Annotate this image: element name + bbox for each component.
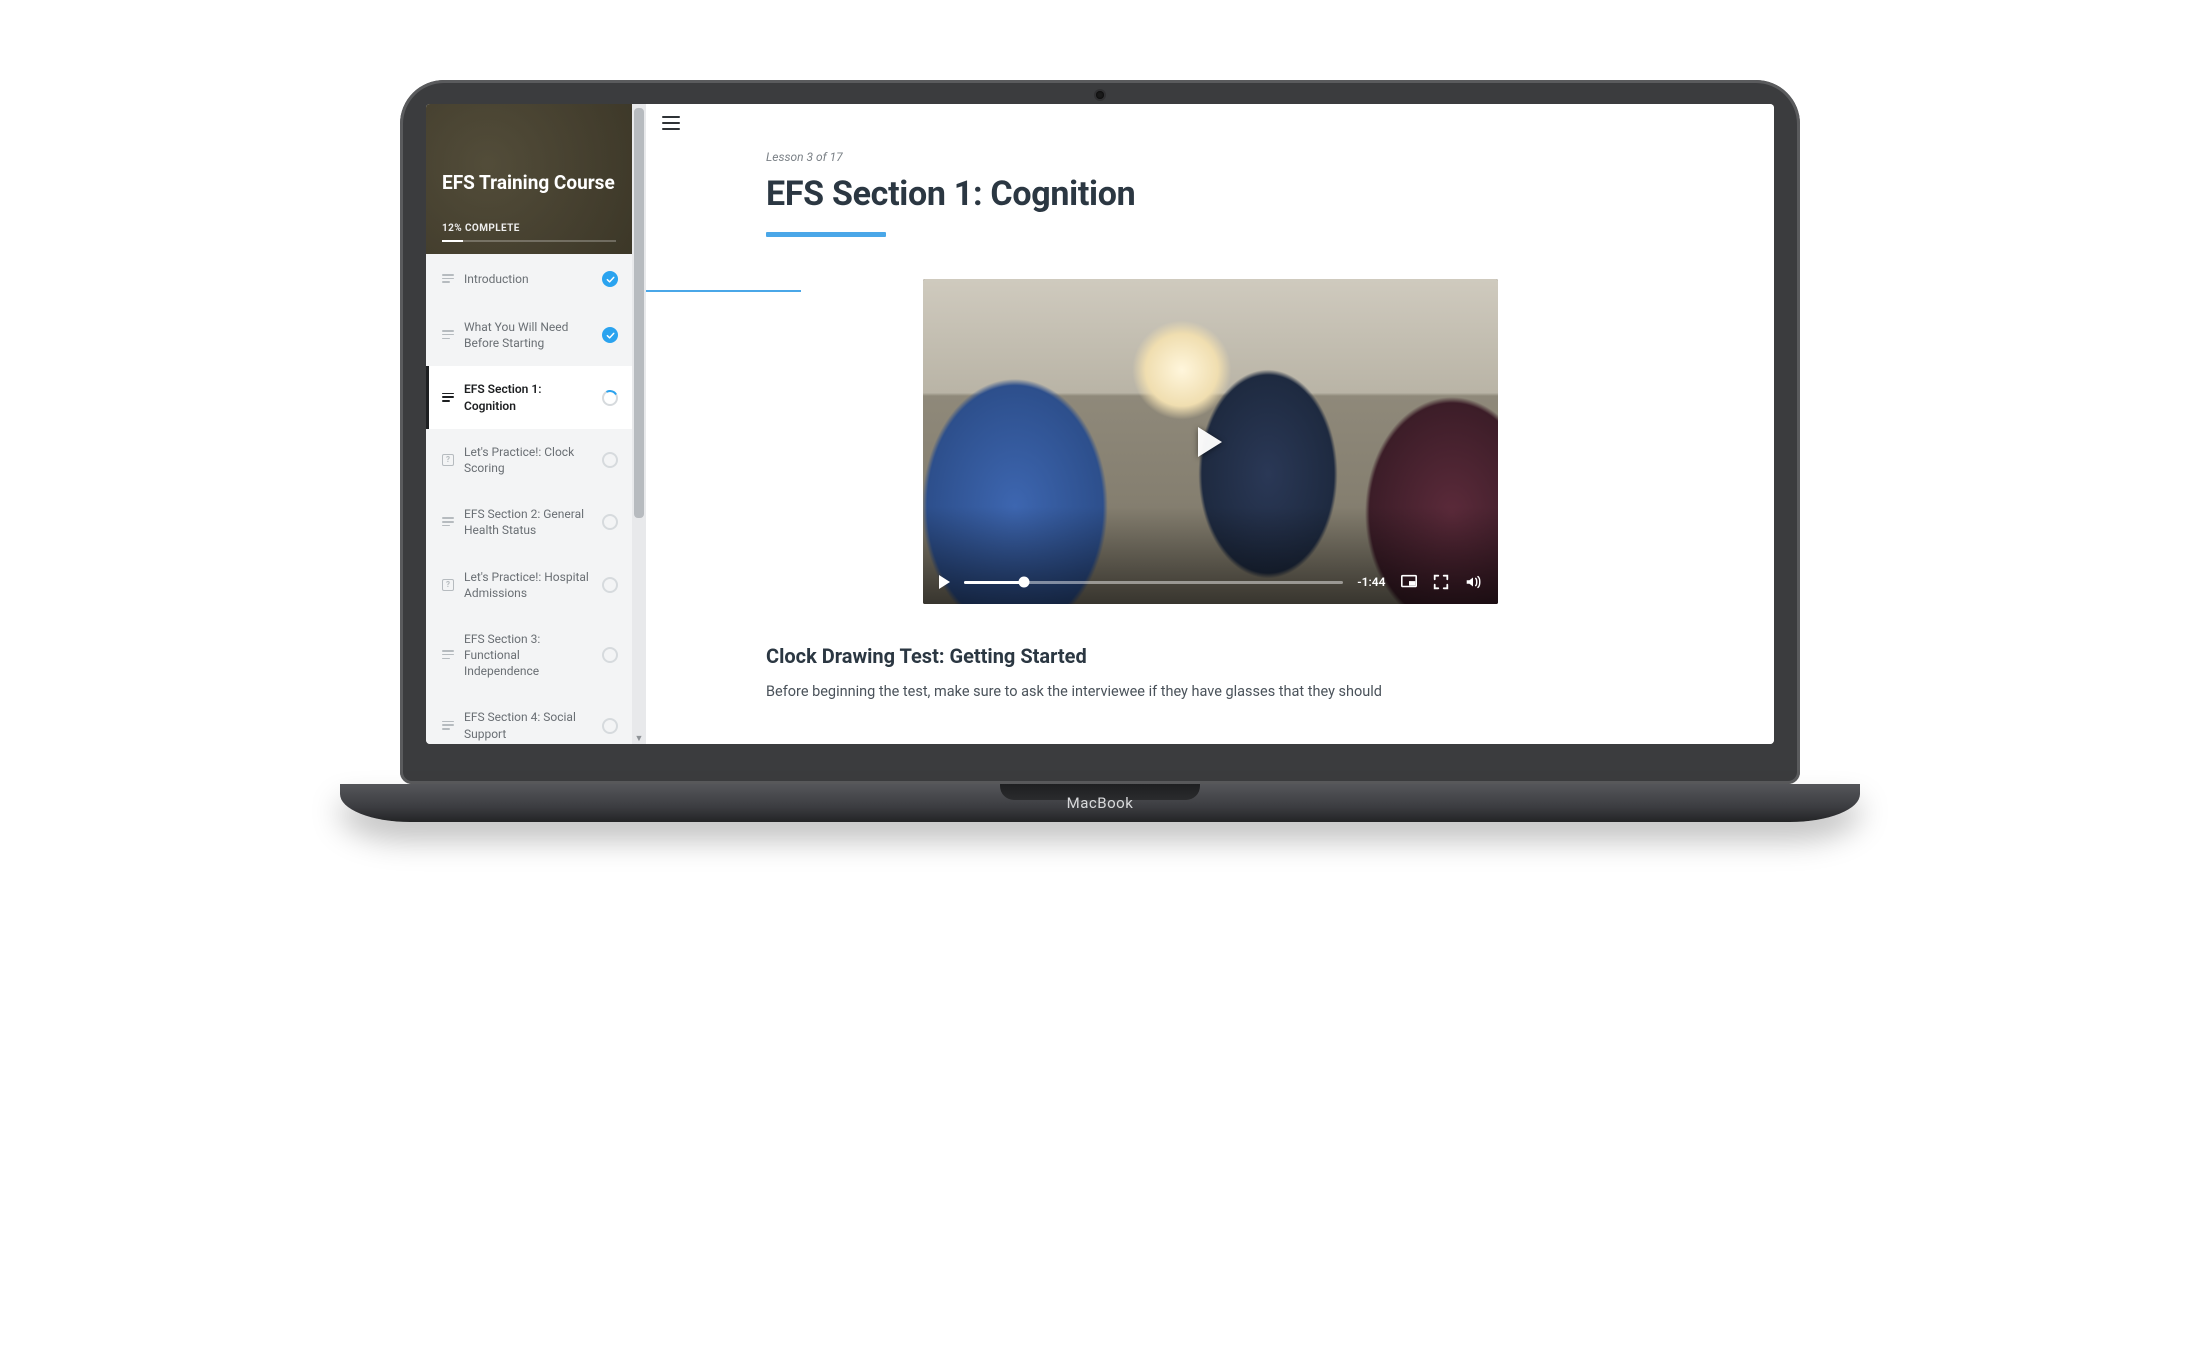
sidebar-item-label: What You Will Need Before Starting bbox=[464, 319, 592, 351]
quiz-icon: ? bbox=[442, 454, 454, 466]
time-remaining: -1:44 bbox=[1357, 575, 1385, 589]
screen: EFS Training Course 12% COMPLETE Introdu… bbox=[426, 104, 1774, 744]
progress-label: 12% COMPLETE bbox=[442, 223, 616, 234]
seek-knob[interactable] bbox=[1019, 577, 1030, 588]
lines-icon bbox=[442, 517, 454, 527]
empty-status-icon bbox=[602, 718, 618, 734]
empty-status-icon bbox=[602, 452, 618, 468]
lines-icon bbox=[442, 393, 454, 403]
sidebar-item-label: Let's Practice!: Clock Scoring bbox=[464, 444, 592, 476]
lines-icon bbox=[442, 650, 454, 660]
laptop-lid: EFS Training Course 12% COMPLETE Introdu… bbox=[400, 80, 1800, 784]
play-button[interactable] bbox=[939, 575, 950, 589]
laptop-frame: EFS Training Course 12% COMPLETE Introdu… bbox=[400, 80, 1800, 822]
camera-icon bbox=[1096, 91, 1104, 99]
fullscreen-icon[interactable] bbox=[1432, 573, 1450, 591]
empty-status-icon bbox=[602, 514, 618, 530]
sidebar-item-label: Let's Practice!: Hospital Admissions bbox=[464, 569, 592, 601]
device-brand: MacBook bbox=[1067, 794, 1134, 812]
sidebar-item-section3-functional[interactable]: EFS Section 3: Functional Independence bbox=[426, 616, 632, 695]
quiz-icon: ? bbox=[442, 579, 454, 591]
seek-fill bbox=[964, 581, 1025, 584]
course-progress: 12% COMPLETE bbox=[442, 223, 616, 242]
hamburger-icon[interactable] bbox=[662, 116, 680, 130]
pip-icon[interactable] bbox=[1400, 573, 1418, 591]
course-title: EFS Training Course bbox=[442, 172, 616, 195]
sidebar-item-introduction[interactable]: Introduction bbox=[426, 254, 632, 304]
sidebar-item-practice-clock[interactable]: ? Let's Practice!: Clock Scoring bbox=[426, 429, 632, 491]
sidebar-item-what-you-need[interactable]: What You Will Need Before Starting bbox=[426, 304, 632, 366]
sidebar-item-section1-cognition[interactable]: EFS Section 1: Cognition bbox=[426, 366, 632, 428]
progress-fill bbox=[442, 240, 463, 242]
play-icon[interactable] bbox=[1198, 427, 1222, 457]
body-text: Before beginning the test, make sure to … bbox=[766, 680, 1654, 703]
body-heading: Clock Drawing Test: Getting Started bbox=[766, 644, 1654, 668]
sidebar-item-section2-health[interactable]: EFS Section 2: General Health Status bbox=[426, 491, 632, 553]
lesson-content: Lesson 3 of 17 EFS Section 1: Cognition bbox=[646, 142, 1774, 703]
scrollbar-thumb[interactable] bbox=[634, 108, 644, 518]
topbar bbox=[646, 104, 1774, 142]
sidebar-item-label: Introduction bbox=[464, 271, 592, 287]
empty-status-icon bbox=[602, 647, 618, 663]
lines-icon bbox=[442, 274, 454, 284]
main-content: Lesson 3 of 17 EFS Section 1: Cognition bbox=[646, 104, 1774, 744]
check-icon bbox=[602, 271, 618, 287]
volume-icon[interactable] bbox=[1464, 573, 1482, 591]
sidebar-item-label: EFS Section 2: General Health Status bbox=[464, 506, 592, 538]
section-progress-fill bbox=[646, 290, 801, 292]
progress-ring-icon bbox=[602, 390, 618, 406]
empty-status-icon bbox=[602, 577, 618, 593]
lines-icon bbox=[442, 330, 454, 340]
progress-bar bbox=[442, 240, 616, 242]
title-underline bbox=[766, 232, 886, 237]
sidebar-item-practice-hospital[interactable]: ? Let's Practice!: Hospital Admissions bbox=[426, 554, 632, 616]
video-player[interactable]: -1:44 bbox=[923, 279, 1498, 604]
sidebar-scrollbar[interactable]: ▲ ▼ bbox=[632, 104, 646, 744]
lesson-meta: Lesson 3 of 17 bbox=[766, 150, 1654, 164]
sidebar-item-label: EFS Section 1: Cognition bbox=[464, 381, 592, 413]
seek-bar[interactable] bbox=[964, 581, 1344, 584]
page-title: EFS Section 1: Cognition bbox=[766, 174, 1654, 214]
check-icon bbox=[602, 327, 618, 343]
lines-icon bbox=[442, 721, 454, 731]
course-sidebar: EFS Training Course 12% COMPLETE Introdu… bbox=[426, 104, 632, 744]
laptop-base: MacBook bbox=[340, 784, 1860, 822]
sidebar-item-label: EFS Section 4: Social Support bbox=[464, 709, 592, 741]
sidebar-header: EFS Training Course 12% COMPLETE bbox=[426, 104, 632, 254]
sidebar-item-label: EFS Section 3: Functional Independence bbox=[464, 631, 592, 680]
scroll-down-icon[interactable]: ▼ bbox=[632, 732, 646, 744]
sidebar-item-section4-social[interactable]: EFS Section 4: Social Support bbox=[426, 694, 632, 744]
lesson-list: Introduction What You Will Need Before S… bbox=[426, 254, 632, 744]
video-controls: -1:44 bbox=[923, 560, 1498, 604]
